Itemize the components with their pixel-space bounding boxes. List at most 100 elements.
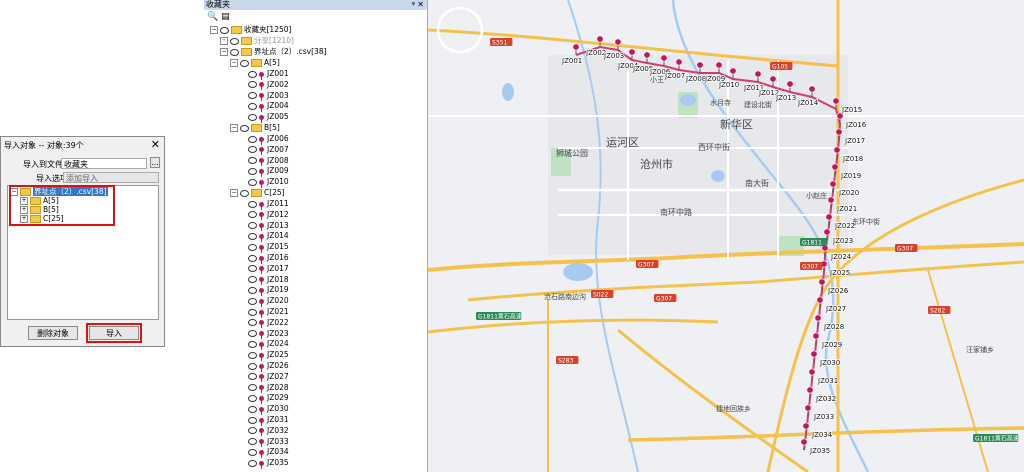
tree-item-point[interactable]: JZ002 xyxy=(248,79,289,91)
tree-item-point[interactable]: JZ001 xyxy=(248,68,289,80)
tree-item-point[interactable]: JZ017 xyxy=(248,263,289,275)
visibility-icon[interactable] xyxy=(248,135,257,143)
visibility-icon[interactable] xyxy=(248,340,257,348)
expand-icon[interactable]: + xyxy=(220,37,228,45)
visibility-icon[interactable] xyxy=(248,319,257,327)
collapse-icon[interactable]: − xyxy=(220,48,228,56)
tree-item-label: JZ003 xyxy=(267,90,289,100)
tree-item-point[interactable]: JZ010 xyxy=(248,176,289,188)
visibility-icon[interactable] xyxy=(220,26,229,34)
tree-group[interactable]: − B[5] xyxy=(230,122,280,133)
layers-icon[interactable]: ▤ xyxy=(221,12,230,22)
tree-item-point[interactable]: JZ028 xyxy=(248,382,289,394)
map-view[interactable]: JZ001 JZ002 JZ003 JZ004 JZ005 JZ006 JZ007 JZ008… xyxy=(428,0,1024,472)
visibility-icon[interactable] xyxy=(248,394,257,402)
visibility-icon[interactable] xyxy=(248,416,257,424)
collapse-icon[interactable]: − xyxy=(210,26,218,34)
visibility-icon[interactable] xyxy=(248,330,257,338)
tree-item-point[interactable]: JZ014 xyxy=(248,230,289,242)
visibility-icon[interactable] xyxy=(248,459,257,467)
visibility-icon[interactable] xyxy=(248,297,257,305)
visibility-icon[interactable] xyxy=(248,92,257,100)
visibility-icon[interactable] xyxy=(248,384,257,392)
tree-item-point[interactable]: JZ027 xyxy=(248,371,289,383)
tree-item-point[interactable]: JZ018 xyxy=(248,274,289,286)
visibility-icon[interactable] xyxy=(230,48,239,56)
visibility-icon[interactable] xyxy=(248,286,257,294)
tree-item-point[interactable]: JZ008 xyxy=(248,155,289,167)
tree-group[interactable]: − A[5] xyxy=(230,57,280,68)
tree-item-point[interactable]: JZ025 xyxy=(248,349,289,361)
visibility-icon[interactable] xyxy=(248,81,257,89)
tree-item-point[interactable]: JZ029 xyxy=(248,392,289,404)
tree-item-point[interactable]: JZ003 xyxy=(248,90,289,102)
tree-item-point[interactable]: JZ031 xyxy=(248,414,289,426)
tree-group[interactable]: − C[25] xyxy=(230,187,285,198)
delete-button[interactable]: 删除对象 xyxy=(28,326,78,340)
tree-item-point[interactable]: JZ004 xyxy=(248,100,289,112)
tree-item-point[interactable]: JZ009 xyxy=(248,165,289,177)
tree-item-point[interactable]: JZ022 xyxy=(248,317,289,329)
visibility-icon[interactable] xyxy=(248,373,257,381)
visibility-icon[interactable] xyxy=(240,189,249,197)
visibility-icon[interactable] xyxy=(248,265,257,273)
visibility-icon[interactable] xyxy=(248,113,257,121)
visibility-icon[interactable] xyxy=(248,146,257,154)
visibility-icon[interactable] xyxy=(248,254,257,262)
visibility-icon[interactable] xyxy=(248,222,257,230)
tree-file[interactable]: − 界址点（2）.csv[38] xyxy=(220,46,327,57)
visibility-icon[interactable] xyxy=(248,427,257,435)
visibility-icon[interactable] xyxy=(248,448,257,456)
tree-item-point[interactable]: JZ013 xyxy=(248,220,289,232)
tree-item-point[interactable]: JZ006 xyxy=(248,133,289,145)
visibility-icon[interactable] xyxy=(248,351,257,359)
tree-item-point[interactable]: JZ024 xyxy=(248,338,289,350)
visibility-icon[interactable] xyxy=(248,102,257,110)
visibility-icon[interactable] xyxy=(248,70,257,78)
tree-root[interactable]: − 收藏夹[1250] xyxy=(210,24,291,35)
folder-field[interactable]: 收藏夹 xyxy=(61,158,147,169)
close-icon[interactable]: ✕ xyxy=(151,138,160,151)
collapse-icon[interactable]: − xyxy=(230,189,238,197)
visibility-icon[interactable] xyxy=(240,59,249,67)
tree-item-point[interactable]: JZ030 xyxy=(248,403,289,415)
close-icon[interactable]: ✕ xyxy=(417,0,424,10)
visibility-icon[interactable] xyxy=(248,405,257,413)
visibility-icon[interactable] xyxy=(248,232,257,240)
tree-item-point[interactable]: JZ034 xyxy=(248,446,289,458)
tree-item-point[interactable]: JZ019 xyxy=(248,284,289,296)
browse-button[interactable]: ... xyxy=(150,157,160,168)
visibility-icon[interactable] xyxy=(248,308,257,316)
pin-icon[interactable]: ᵠ xyxy=(412,0,415,10)
search-icon[interactable]: 🔍 xyxy=(207,12,218,22)
visibility-icon[interactable] xyxy=(230,37,239,45)
tree-item-point[interactable]: JZ016 xyxy=(248,252,289,264)
visibility-icon[interactable] xyxy=(248,362,257,370)
tree-item-point[interactable]: JZ015 xyxy=(248,241,289,253)
map-canvas[interactable]: JZ001JZ002JZ003JZ004JZ005JZ006JZ007 JZ008… xyxy=(428,0,1024,472)
visibility-icon[interactable] xyxy=(248,167,257,175)
tree-item-point[interactable]: JZ011 xyxy=(248,198,289,210)
collapse-icon[interactable]: − xyxy=(230,124,238,132)
visibility-icon[interactable] xyxy=(248,243,257,251)
visibility-icon[interactable] xyxy=(240,124,249,132)
tree-item-point[interactable]: JZ023 xyxy=(248,328,289,340)
tree-item-point[interactable]: JZ032 xyxy=(248,425,289,437)
tree-item-point[interactable]: JZ007 xyxy=(248,144,289,156)
tree-item-point[interactable]: JZ020 xyxy=(248,295,289,307)
option-select[interactable]: 添加导入 xyxy=(63,172,159,183)
tree-item-point[interactable]: JZ021 xyxy=(248,306,289,318)
visibility-icon[interactable] xyxy=(248,178,257,186)
tree-item-point[interactable]: JZ012 xyxy=(248,209,289,221)
visibility-icon[interactable] xyxy=(248,211,257,219)
visibility-icon[interactable] xyxy=(248,438,257,446)
tree-item-point[interactable]: JZ035 xyxy=(248,457,289,469)
collapse-icon[interactable]: − xyxy=(230,59,238,67)
tree-shared[interactable]: + 分享[1210] xyxy=(220,35,294,46)
tree-item-point[interactable]: JZ005 xyxy=(248,111,289,123)
visibility-icon[interactable] xyxy=(248,276,257,284)
tree-item-point[interactable]: JZ026 xyxy=(248,360,289,372)
visibility-icon[interactable] xyxy=(248,157,257,165)
visibility-icon[interactable] xyxy=(248,200,257,208)
tree-item-point[interactable]: JZ033 xyxy=(248,436,289,448)
